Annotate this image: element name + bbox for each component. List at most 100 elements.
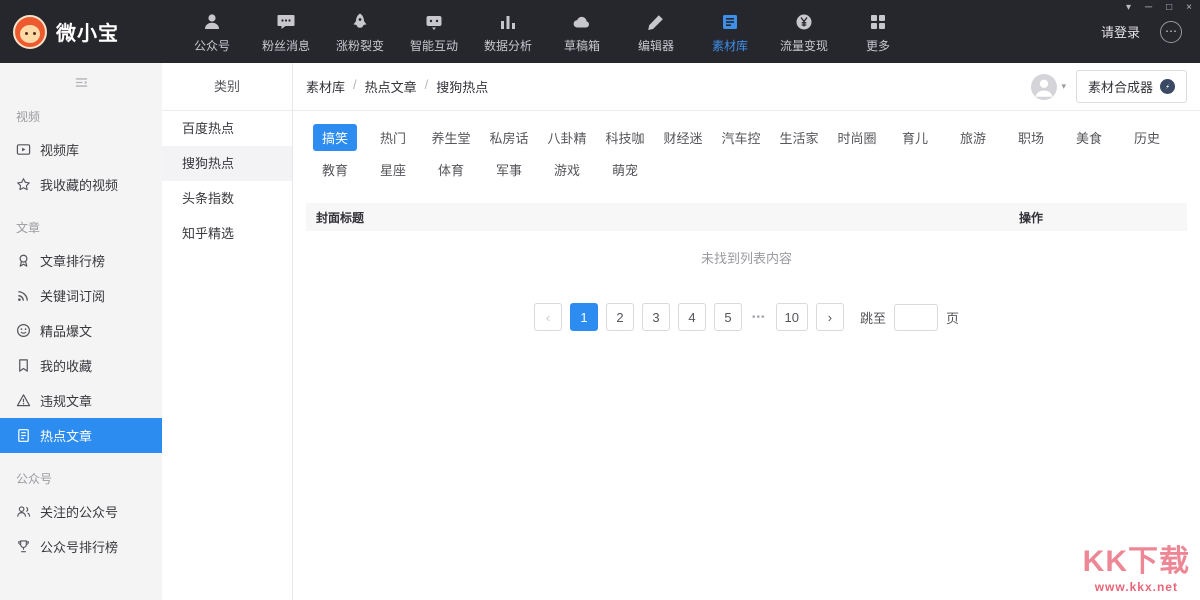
sidebar-collapse-button[interactable]	[0, 63, 162, 101]
star-icon	[16, 177, 31, 192]
window-close-button[interactable]: ×	[1186, 2, 1192, 13]
pagination-page-1[interactable]: 1	[570, 303, 598, 331]
window-pin-icon[interactable]: ▾	[1126, 2, 1131, 13]
breadcrumb-separator: /	[425, 77, 429, 96]
nav-label: 粉丝消息	[262, 37, 310, 54]
pagination-next-button[interactable]: ›	[816, 303, 844, 331]
tag-filter[interactable]: 军事	[480, 156, 538, 183]
app-title: 微小宝	[56, 17, 119, 46]
sidebar-item-top-articles[interactable]: 精品爆文	[0, 313, 162, 348]
sidebar-item-followed-accounts[interactable]: 关注的公众号	[0, 494, 162, 529]
breadcrumb-item[interactable]: 热点文章	[365, 77, 417, 96]
sidebar-item-violation-articles[interactable]: 违规文章	[0, 383, 162, 418]
sidebar-item-video-library[interactable]: 视频库	[0, 132, 162, 167]
tag-label: 搞笑	[313, 124, 357, 151]
tag-label: 科技咖	[598, 124, 651, 151]
tag-filter[interactable]: 游戏	[538, 156, 596, 183]
nav-item-editor[interactable]: 编辑器	[632, 10, 680, 54]
breadcrumb-item[interactable]: 素材库	[306, 77, 345, 96]
pen-icon	[646, 12, 666, 32]
pagination-page-4[interactable]: 4	[678, 303, 706, 331]
nav-item-more[interactable]: 更多	[854, 10, 902, 54]
tag-filter[interactable]: 星座	[364, 156, 422, 183]
window-maximize-button[interactable]: □	[1166, 2, 1172, 13]
sidebar-item-my-favorites[interactable]: 我的收藏	[0, 348, 162, 383]
category-item-toutiao-index[interactable]: 头条指数	[162, 181, 292, 216]
window-controls: ▾ ─ □ ×	[1126, 2, 1192, 13]
app-window: ▾ ─ □ × 微小宝 公众号 粉丝消息 涨粉裂变 智能互动	[0, 0, 1200, 600]
tag-label: 财经迷	[656, 124, 709, 151]
table-header-action: 操作	[1019, 209, 1177, 226]
pagination-page-3[interactable]: 3	[642, 303, 670, 331]
tag-label: 旅游	[953, 124, 993, 151]
feedback-ellipsis-icon[interactable]: ⋯	[1160, 21, 1182, 43]
sidebar-item-label: 关键词订阅	[40, 286, 105, 305]
category-item-baidu-hot[interactable]: 百度热点	[162, 111, 292, 146]
tag-filter[interactable]: 育儿	[886, 124, 944, 151]
nav-label: 公众号	[194, 37, 230, 54]
nav-label: 素材库	[712, 37, 748, 54]
tag-filter[interactable]: 生活家	[770, 124, 828, 151]
tag-filter[interactable]: 热门	[364, 124, 422, 151]
tag-filter[interactable]: 美食	[1060, 124, 1118, 151]
sidebar-item-favorite-videos[interactable]: 我收藏的视频	[0, 167, 162, 202]
tag-filter[interactable]: 汽车控	[712, 124, 770, 151]
category-item-zhihu-picks[interactable]: 知乎精选	[162, 216, 292, 251]
app-logo: 微小宝	[0, 15, 188, 49]
sidebar-item-hot-articles[interactable]: 热点文章	[0, 418, 162, 453]
composer-icon	[1160, 79, 1175, 94]
nav-label: 草稿箱	[564, 37, 600, 54]
tag-filter[interactable]: 萌宠	[596, 156, 654, 183]
tag-filter[interactable]: 时尚圈	[828, 124, 886, 151]
tag-filter[interactable]: 旅游	[944, 124, 1002, 151]
sidebar-item-label: 视频库	[40, 140, 79, 159]
tag-filter[interactable]: 八卦精	[538, 124, 596, 151]
user-avatar-menu[interactable]: ▾	[1031, 74, 1066, 100]
nav-item-fan-growth[interactable]: 涨粉裂变	[336, 10, 384, 54]
app-logo-icon	[13, 15, 47, 49]
tag-filter[interactable]: 体育	[422, 156, 480, 183]
nav-item-drafts[interactable]: 草稿箱	[558, 10, 606, 54]
tag-filter[interactable]: 养生堂	[422, 124, 480, 151]
tag-label: 汽车控	[714, 124, 767, 151]
nav-item-official-account[interactable]: 公众号	[188, 10, 236, 54]
nav-item-material-library[interactable]: 素材库	[706, 10, 754, 54]
nav-item-monetization[interactable]: 流量变现	[780, 10, 828, 54]
tag-filter[interactable]: 职场	[1002, 124, 1060, 151]
window-minimize-button[interactable]: ─	[1145, 2, 1152, 13]
tag-label: 热门	[373, 124, 413, 151]
tag-filter[interactable]: 财经迷	[654, 124, 712, 151]
login-button[interactable]: 请登录	[1101, 22, 1140, 41]
nav-item-data-analytics[interactable]: 数据分析	[484, 10, 532, 54]
video-icon	[16, 142, 31, 157]
tag-filter[interactable]: 历史	[1118, 124, 1176, 151]
tag-filter[interactable]: 搞笑	[306, 124, 364, 151]
sidebar-item-account-ranking[interactable]: 公众号排行榜	[0, 529, 162, 564]
nav-item-fans-message[interactable]: 粉丝消息	[262, 10, 310, 54]
breadcrumb-bar: 素材库 / 热点文章 / 搜狗热点 ▾ 素材合成器	[293, 63, 1200, 111]
sidebar-item-label: 我收藏的视频	[40, 175, 118, 194]
breadcrumb-item[interactable]: 搜狗热点	[436, 77, 488, 96]
pagination-prev-button[interactable]: ‹	[534, 303, 562, 331]
tag-filter[interactable]: 私房话	[480, 124, 538, 151]
pagination-page-10[interactable]: 10	[776, 303, 808, 331]
pagination-page-2[interactable]: 2	[606, 303, 634, 331]
sidebar-item-label: 违规文章	[40, 391, 92, 410]
topbar: 微小宝 公众号 粉丝消息 涨粉裂变 智能互动 数据分析	[0, 0, 1200, 63]
tag-label: 八卦精	[540, 124, 593, 151]
bar-chart-icon	[498, 12, 518, 32]
nav-item-smart-interaction[interactable]: 智能互动	[410, 10, 458, 54]
tag-label: 育儿	[895, 124, 935, 151]
sidebar-section-video: 视频	[0, 101, 162, 132]
jump-page-input[interactable]	[894, 304, 938, 331]
material-composer-button[interactable]: 素材合成器	[1076, 70, 1187, 103]
rss-icon	[16, 288, 31, 303]
category-item-sogou-hot[interactable]: 搜狗热点	[162, 146, 292, 181]
sidebar-item-keyword-subscribe[interactable]: 关键词订阅	[0, 278, 162, 313]
pagination-page-5[interactable]: 5	[714, 303, 742, 331]
sidebar-item-article-ranking[interactable]: 文章排行榜	[0, 243, 162, 278]
tag-filter[interactable]: 科技咖	[596, 124, 654, 151]
nav-label: 流量变现	[780, 37, 828, 54]
nav-label: 更多	[866, 37, 890, 54]
tag-filter[interactable]: 教育	[306, 156, 364, 183]
